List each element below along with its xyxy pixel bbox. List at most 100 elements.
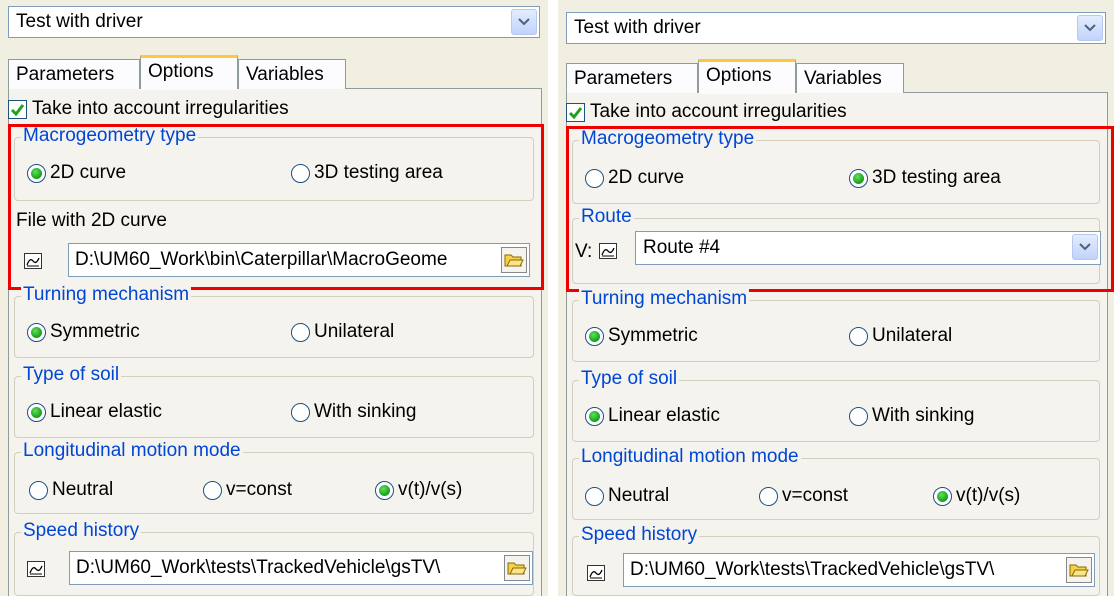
chevron-down-icon[interactable] — [1077, 15, 1103, 41]
left-options-panel: Test with driver Parameters Options Vari… — [0, 0, 548, 596]
radio-empty-icon — [291, 322, 310, 342]
speed-history-path: D:\UM60_Work\tests\TrackedVehicle\gsTV\ — [630, 559, 995, 580]
tab-variables[interactable]: Variables — [238, 59, 346, 89]
motion-mode-title: Longitudinal motion mode — [579, 446, 801, 468]
speed-history-field[interactable]: D:\UM60_Work\tests\TrackedVehicle\gsTV\ — [623, 553, 1095, 587]
macrogeometry-group: Macrogeometry type 2D curve 3D testing a… — [14, 125, 534, 201]
radio-selected-icon — [375, 480, 394, 500]
macrogeometry-group: Macrogeometry type 2D curve 3D testing a… — [572, 128, 1100, 204]
tab-variables[interactable]: Variables — [796, 63, 904, 93]
test-mode-value: Test with driver — [574, 17, 701, 38]
radio-2d-curve-label: 2D curve — [608, 167, 685, 188]
tab-parameters[interactable]: Parameters — [8, 59, 140, 89]
file-2d-curve-label: File with 2D curve — [16, 210, 167, 231]
chevron-down-icon[interactable] — [511, 9, 537, 35]
radio-symmetric[interactable]: Symmetric — [27, 321, 140, 343]
irregularities-label: Take into account irregularities — [590, 101, 847, 122]
radio-v-const[interactable]: v=const — [759, 485, 848, 507]
soil-type-group: Type of soil Linear elastic With sinking — [14, 364, 534, 438]
radio-empty-icon — [585, 168, 604, 188]
curve-icon[interactable] — [599, 243, 617, 259]
radio-neutral[interactable]: Neutral — [29, 479, 113, 501]
speed-history-group: Speed history D:\UM60_Work\tests\Tracked… — [572, 524, 1100, 596]
irregularities-checkbox[interactable] — [566, 102, 585, 122]
soil-type-group: Type of soil Linear elastic With sinking — [572, 368, 1100, 442]
route-title: Route — [579, 206, 634, 228]
soil-type-title: Type of soil — [21, 364, 122, 386]
test-mode-dropdown[interactable]: Test with driver — [8, 6, 540, 38]
folder-open-icon[interactable] — [501, 247, 527, 273]
radio-selected-icon — [933, 486, 952, 506]
tab-parameters[interactable]: Parameters — [566, 63, 698, 93]
irregularities-checkbox[interactable] — [8, 99, 27, 119]
radio-selected-icon — [27, 163, 46, 183]
radio-vt-vs-label: v(t)/v(s) — [956, 485, 1021, 506]
radio-2d-curve[interactable]: 2D curve — [585, 167, 684, 189]
radio-v-const[interactable]: v=const — [203, 479, 292, 501]
radio-empty-icon — [203, 480, 222, 500]
folder-open-icon[interactable] — [1066, 557, 1092, 583]
radio-vt-vs[interactable]: v(t)/v(s) — [933, 485, 1020, 507]
radio-neutral[interactable]: Neutral — [585, 485, 669, 507]
tab-options[interactable]: Options — [140, 55, 238, 89]
radio-empty-icon — [291, 163, 310, 183]
route-dropdown[interactable]: Route #4 — [635, 231, 1101, 265]
curve-icon[interactable] — [27, 561, 45, 577]
radio-3d-area[interactable]: 3D testing area — [849, 167, 1001, 189]
radio-with-sinking-label: With sinking — [872, 405, 975, 426]
radio-2d-curve[interactable]: 2D curve — [27, 162, 126, 184]
folder-open-icon[interactable] — [504, 555, 530, 581]
route-prefix: V: — [575, 241, 593, 262]
radio-empty-icon — [759, 486, 778, 506]
route-group: Route V: Route #4 — [572, 206, 1101, 284]
radio-symmetric-label: Symmetric — [50, 321, 140, 342]
radio-with-sinking[interactable]: With sinking — [291, 401, 416, 423]
tab-options[interactable]: Options — [698, 59, 796, 93]
soil-type-title: Type of soil — [579, 368, 680, 390]
radio-selected-icon — [849, 168, 868, 188]
test-mode-dropdown[interactable]: Test with driver — [566, 12, 1106, 44]
radio-3d-area-label: 3D testing area — [314, 162, 443, 183]
macrogeometry-title: Macrogeometry type — [579, 128, 757, 150]
radio-neutral-label: Neutral — [608, 485, 670, 506]
radio-v-const-label: v=const — [226, 479, 293, 500]
radio-neutral-label: Neutral — [52, 479, 114, 500]
radio-2d-curve-label: 2D curve — [50, 162, 127, 183]
file-2d-curve-path: D:\UM60_Work\bin\Caterpillar\MacroGeome — [75, 249, 448, 270]
curve-icon[interactable] — [24, 253, 42, 269]
radio-vt-vs[interactable]: v(t)/v(s) — [375, 479, 462, 501]
radio-symmetric[interactable]: Symmetric — [585, 325, 698, 347]
irregularities-label: Take into account irregularities — [32, 98, 289, 119]
turning-mechanism-title: Turning mechanism — [21, 284, 192, 306]
radio-unilateral-label: Unilateral — [872, 325, 953, 346]
motion-mode-group: Longitudinal motion mode Neutral v=const… — [572, 446, 1100, 520]
speed-history-title: Speed history — [579, 524, 700, 546]
radio-v-const-label: v=const — [782, 485, 849, 506]
radio-linear-elastic[interactable]: Linear elastic — [585, 405, 720, 427]
curve-icon[interactable] — [587, 565, 605, 581]
chevron-down-icon[interactable] — [1072, 234, 1098, 260]
turning-mechanism-group: Turning mechanism Symmetric Unilateral — [14, 284, 534, 358]
speed-history-field[interactable]: D:\UM60_Work\tests\TrackedVehicle\gsTV\ — [69, 551, 533, 585]
radio-selected-icon — [27, 402, 46, 422]
test-mode-value: Test with driver — [16, 11, 143, 32]
radio-empty-icon — [291, 402, 310, 422]
turning-mechanism-title: Turning mechanism — [579, 288, 750, 310]
radio-empty-icon — [849, 406, 868, 426]
radio-3d-area[interactable]: 3D testing area — [291, 162, 443, 184]
radio-linear-elastic[interactable]: Linear elastic — [27, 401, 162, 423]
turning-mechanism-group: Turning mechanism Symmetric Unilateral — [572, 288, 1100, 362]
irregularities-checkbox-row[interactable]: Take into account irregularities — [8, 96, 289, 122]
radio-linear-elastic-label: Linear elastic — [50, 401, 162, 422]
motion-mode-title: Longitudinal motion mode — [21, 440, 243, 462]
irregularities-checkbox-row[interactable]: Take into account irregularities — [566, 99, 847, 125]
right-options-panel: Test with driver Parameters Options Vari… — [558, 0, 1114, 596]
speed-history-title: Speed history — [21, 520, 142, 542]
radio-unilateral[interactable]: Unilateral — [291, 321, 394, 343]
radio-unilateral[interactable]: Unilateral — [849, 325, 952, 347]
file-2d-curve-field[interactable]: D:\UM60_Work\bin\Caterpillar\MacroGeome — [68, 243, 530, 277]
radio-selected-icon — [585, 326, 604, 346]
motion-mode-group: Longitudinal motion mode Neutral v=const… — [14, 440, 534, 514]
radio-with-sinking[interactable]: With sinking — [849, 405, 974, 427]
radio-with-sinking-label: With sinking — [314, 401, 417, 422]
